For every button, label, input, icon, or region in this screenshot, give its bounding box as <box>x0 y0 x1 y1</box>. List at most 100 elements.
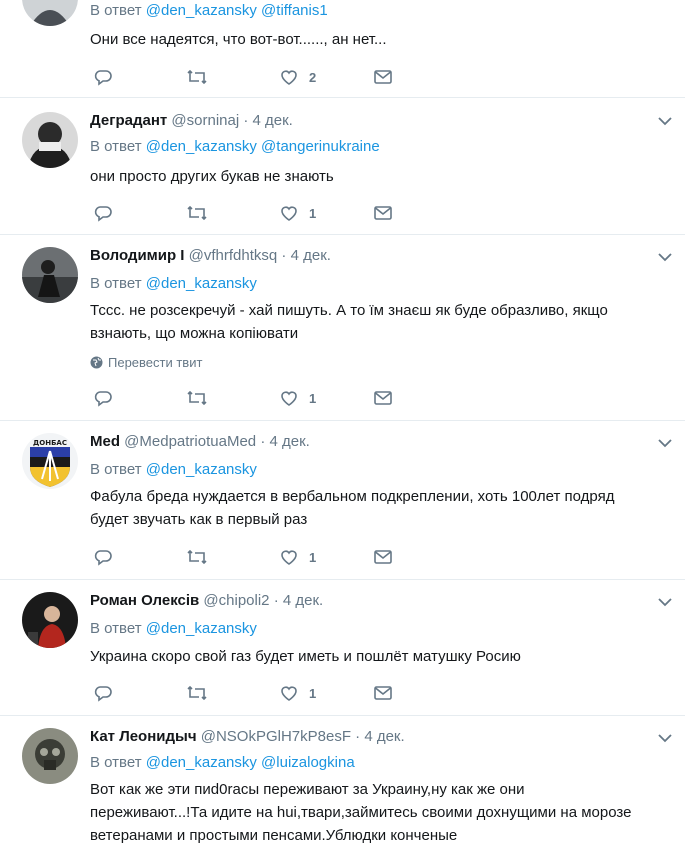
user-handle[interactable]: @sorninaj <box>171 112 239 129</box>
translate-link[interactable]: Перевести твит <box>90 355 202 370</box>
tweet-text: Они все надеятся, что вот-вот......, ан … <box>90 31 387 48</box>
mention-link[interactable]: @den_kazansky <box>146 754 257 771</box>
separator-dot: · <box>355 728 361 745</box>
separator-dot: · <box>281 247 287 264</box>
separator-dot: · <box>260 433 266 450</box>
tweet-text: Фабула бреда нуждается в вербальном подк… <box>90 488 615 528</box>
chevron-down-icon[interactable] <box>657 732 673 744</box>
mention-link[interactable]: @den_kazansky <box>146 275 257 292</box>
mention-link[interactable]: @tiffanis1 <box>261 2 328 19</box>
reply-to: В ответ @den_kazansky @tiffanis1 <box>90 2 328 19</box>
heart-icon <box>281 206 297 221</box>
envelope-icon <box>374 206 392 220</box>
reply-to: В ответ @den_kazansky @luizalogkina <box>90 754 355 771</box>
heart-icon <box>281 686 297 701</box>
chevron-down-icon[interactable] <box>657 251 673 263</box>
reply-button[interactable] <box>93 387 113 409</box>
reply-to: В ответ @den_kazansky <box>90 275 257 292</box>
retweet-icon <box>187 549 207 565</box>
separator-dot: · <box>273 592 279 609</box>
chevron-down-icon[interactable] <box>657 437 673 449</box>
tweet[interactable]: В ответ @den_kazansky @tiffanis1 Они все… <box>0 0 685 98</box>
avatar[interactable] <box>22 247 78 303</box>
mention-link[interactable]: @tangerinukraine <box>261 138 380 155</box>
heart-icon <box>281 550 297 565</box>
reply-icon <box>94 70 112 86</box>
avatar[interactable] <box>22 0 78 26</box>
retweet-icon <box>187 205 207 221</box>
reply-button[interactable] <box>93 66 113 88</box>
like-button[interactable]: 1 <box>279 202 316 224</box>
timestamp[interactable]: 4 дек. <box>283 592 323 609</box>
retweet-icon <box>187 390 207 406</box>
retweet-button[interactable] <box>186 546 208 568</box>
mention-link[interactable]: @den_kazansky <box>146 620 257 637</box>
tweet-text: Тссс. не розсекречуй - хай пишуть. А то … <box>90 302 608 342</box>
avatar[interactable] <box>22 112 78 168</box>
envelope-icon <box>374 391 392 405</box>
like-button[interactable]: 1 <box>279 682 316 704</box>
reply-to: В ответ @den_kazansky @tangerinukraine <box>90 138 380 155</box>
mention-link[interactable]: @den_kazansky <box>146 138 257 155</box>
mention-link[interactable]: @den_kazansky <box>146 461 257 478</box>
user-handle[interactable]: @vfhrfdhtksq <box>189 247 278 264</box>
envelope-icon <box>374 550 392 564</box>
reply-button[interactable] <box>93 682 113 704</box>
timestamp[interactable]: 4 дек. <box>291 247 331 264</box>
envelope-icon <box>374 70 392 84</box>
avatar[interactable]: ДОНБАС <box>22 433 78 489</box>
display-name[interactable]: Володимир І <box>90 247 184 264</box>
message-button[interactable] <box>373 546 393 568</box>
display-name[interactable]: Med <box>90 433 120 450</box>
reply-button[interactable] <box>93 202 113 224</box>
avatar[interactable] <box>22 592 78 648</box>
like-count: 1 <box>309 549 317 565</box>
display-name[interactable]: Роман Олексів <box>90 592 199 609</box>
envelope-icon <box>374 686 392 700</box>
tweet[interactable]: Володимир І @vfhrfdhtksq · 4 дек. В отве… <box>0 235 685 421</box>
chevron-down-icon[interactable] <box>657 115 673 127</box>
like-button[interactable]: 1 <box>279 546 316 568</box>
like-count: 1 <box>309 390 317 406</box>
tweet-text: Вот как же эти пиd0racы переживают за Ук… <box>90 781 632 844</box>
timestamp[interactable]: 4 дек. <box>269 433 309 450</box>
separator-dot: · <box>243 112 249 129</box>
retweet-button[interactable] <box>186 66 208 88</box>
tweet-text: Украина скоро свой газ будет иметь и пош… <box>90 648 521 665</box>
mention-link[interactable]: @luizalogkina <box>261 754 355 771</box>
reply-to: В ответ @den_kazansky <box>90 461 257 478</box>
reply-icon <box>94 550 112 566</box>
tweet[interactable]: Роман Олексів @chipoli2 · 4 дек. В ответ… <box>0 580 685 716</box>
user-handle[interactable]: @chipoli2 <box>203 592 269 609</box>
heart-icon <box>281 391 297 406</box>
user-handle[interactable]: @MedpatriotuaMed <box>124 433 256 450</box>
reply-to: В ответ @den_kazansky <box>90 620 257 637</box>
mention-link[interactable]: @den_kazansky <box>146 2 257 19</box>
tweet[interactable]: Деградант @sorninaj · 4 дек. В ответ @de… <box>0 98 685 235</box>
tweet[interactable]: Кат Леонидыч @NSOkPGlH7kP8esF · 4 дек. В… <box>0 716 685 856</box>
display-name[interactable]: Кат Леонидыч <box>90 728 197 745</box>
message-button[interactable] <box>373 66 393 88</box>
avatar-badge-text: ДОНБАС <box>33 439 67 447</box>
reply-icon <box>94 686 112 702</box>
user-handle[interactable]: @NSOkPGlH7kP8esF <box>201 728 351 745</box>
reply-button[interactable] <box>93 546 113 568</box>
message-button[interactable] <box>373 682 393 704</box>
like-button[interactable]: 2 <box>279 66 316 88</box>
globe-icon <box>90 356 103 369</box>
retweet-icon <box>187 69 207 85</box>
like-button[interactable]: 1 <box>279 387 316 409</box>
like-count: 2 <box>309 69 317 85</box>
message-button[interactable] <box>373 387 393 409</box>
heart-icon <box>281 70 297 85</box>
avatar[interactable] <box>22 728 78 784</box>
retweet-button[interactable] <box>186 682 208 704</box>
tweet[interactable]: ДОНБАС Med @MedpatriotuaMed · 4 дек. В о… <box>0 421 685 580</box>
timestamp[interactable]: 4 дек. <box>364 728 404 745</box>
message-button[interactable] <box>373 202 393 224</box>
timestamp[interactable]: 4 дек. <box>253 112 293 129</box>
display-name[interactable]: Деградант <box>90 112 167 129</box>
retweet-button[interactable] <box>186 202 208 224</box>
retweet-button[interactable] <box>186 387 208 409</box>
chevron-down-icon[interactable] <box>657 596 673 608</box>
